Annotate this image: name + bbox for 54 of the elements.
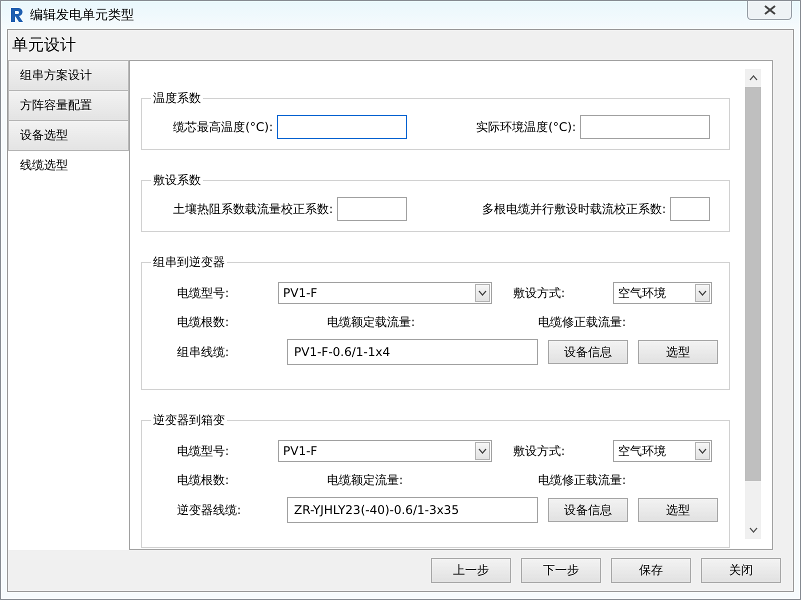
field-label: 电缆修正载流量: <box>538 472 626 488</box>
field-label: 逆变器线缆: <box>177 502 242 518</box>
close-button[interactable] <box>747 1 792 20</box>
chevron-down-icon <box>478 448 487 454</box>
field-label: 电缆额定载流量: <box>327 314 416 330</box>
app-logo-icon <box>10 7 24 23</box>
window-title: 编辑发电单元类型 <box>30 7 134 24</box>
group-title: 温度系数 <box>152 90 202 107</box>
input-field[interactable] <box>277 115 407 139</box>
group-title: 组串到逆变器 <box>152 254 226 271</box>
section-header: 单元设计 <box>11 34 77 56</box>
field-label: 组串线缆: <box>177 344 230 360</box>
field-label: 敷设方式: <box>513 442 566 460</box>
field-label: 电缆型号: <box>177 442 230 460</box>
field-label: 电缆额定流量: <box>327 472 404 488</box>
action-button[interactable]: 设备信息 <box>548 498 628 522</box>
action-button[interactable]: 选型 <box>638 498 718 522</box>
footer-button[interactable]: 上一步 <box>431 558 511 583</box>
chevron-down-icon <box>698 290 707 296</box>
field-label: 土壤热阻系数载流量校正系数: <box>172 200 333 218</box>
cable-field[interactable]: ZR-YJHLY23(-40)-0.6/1-3x35 <box>287 497 538 523</box>
action-button[interactable]: 设备信息 <box>548 340 628 364</box>
sidebar-tab[interactable]: 组串方案设计 <box>8 60 129 91</box>
scrollbar-thumb[interactable] <box>745 87 761 481</box>
chevron-down-icon <box>478 290 487 296</box>
laying-method-dropdown[interactable]: 空气环境 <box>613 282 712 304</box>
input-field[interactable] <box>670 197 710 221</box>
field-label: 缆芯最高温度(°C): <box>173 118 273 136</box>
scrollbar[interactable] <box>745 69 761 539</box>
input-field[interactable] <box>337 197 407 221</box>
field-label: 敷设方式: <box>513 284 566 302</box>
scroll-down-icon <box>748 527 758 533</box>
close-icon <box>764 4 776 14</box>
footer-button[interactable]: 下一步 <box>521 558 601 583</box>
group-title: 逆变器到箱变 <box>152 412 226 429</box>
sidebar-tab[interactable]: 设备选型 <box>8 121 129 151</box>
footer-button[interactable]: 保存 <box>611 558 691 583</box>
scroll-up-icon <box>748 75 758 81</box>
field-label: 电缆修正载流量: <box>538 314 626 330</box>
group-title: 敷设系数 <box>152 172 202 189</box>
cable-field[interactable]: PV1-F-0.6/1-1x4 <box>287 339 538 365</box>
action-button[interactable]: 选型 <box>638 340 718 364</box>
field-label: 电缆型号: <box>177 284 230 302</box>
cable-type-dropdown[interactable]: PV1-F <box>278 282 492 304</box>
field-label: 电缆根数: <box>177 472 230 488</box>
field-label: 电缆根数: <box>177 314 230 330</box>
sidebar-tab[interactable]: 方阵容量配置 <box>8 91 129 121</box>
laying-method-dropdown[interactable]: 空气环境 <box>613 440 712 462</box>
cable-type-dropdown[interactable]: PV1-F <box>278 440 492 462</box>
chevron-down-icon <box>698 448 707 454</box>
field-label: 多根电缆并行敷设时载流校正系数: <box>482 200 666 218</box>
input-field[interactable] <box>580 115 710 139</box>
footer-button[interactable]: 关闭 <box>701 558 781 583</box>
field-label: 实际环境温度(°C): <box>476 118 576 136</box>
